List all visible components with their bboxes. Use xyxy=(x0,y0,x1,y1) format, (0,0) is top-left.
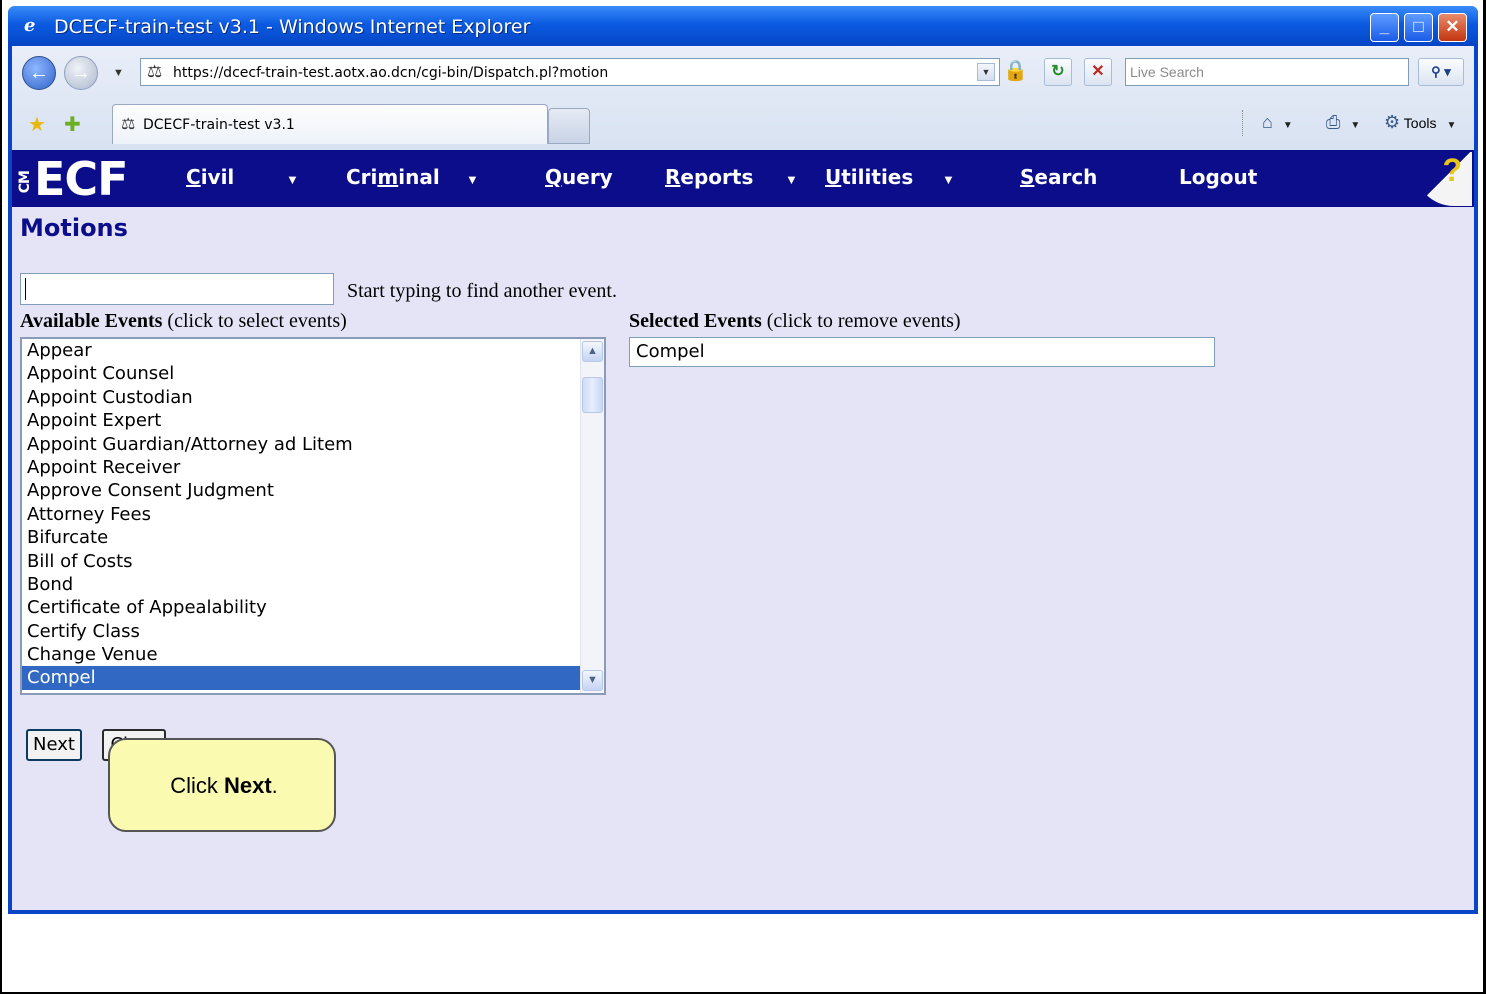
selected-events-label: Selected Events (click to remove events) xyxy=(629,310,961,332)
selected-events-list[interactable]: Compel xyxy=(629,337,1215,367)
ecf-menu-bar: CMECF Civil ▼ Criminal ▼ Query Reports ▼… xyxy=(12,150,1474,207)
print-icon: ⎙ xyxy=(1326,112,1341,132)
menu-reports[interactable]: Reports xyxy=(665,165,753,189)
scales-favicon-icon: ⚖ xyxy=(147,62,163,81)
callout-text: Click Next. xyxy=(170,773,278,798)
minimize-button[interactable]: _ xyxy=(1370,13,1399,42)
next-button[interactable]: Next xyxy=(26,729,82,761)
close-button[interactable]: ✕ xyxy=(1438,13,1467,42)
available-events-label: Available Events (click to select events… xyxy=(20,310,347,332)
menu-utilities[interactable]: Utilities xyxy=(825,165,913,189)
refresh-button[interactable]: ↻ xyxy=(1044,58,1072,86)
tools-menu[interactable]: ⚙ Tools ▼ xyxy=(1384,112,1456,133)
scales-favicon-icon: ⚖ xyxy=(121,116,136,133)
menu-query[interactable]: Query xyxy=(545,165,613,189)
civil-dropdown-icon[interactable]: ▼ xyxy=(286,172,299,187)
ie-logo-icon: e xyxy=(24,15,36,36)
available-event-item[interactable]: Certificate of Appealability xyxy=(22,596,580,619)
add-favorites-icon[interactable]: ✚ xyxy=(64,112,81,137)
available-event-item[interactable]: Change Venue xyxy=(22,643,580,666)
available-event-item[interactable]: Bond xyxy=(22,573,580,596)
list-scrollbar[interactable]: ▲ ▼ xyxy=(580,339,604,693)
menu-criminal[interactable]: Criminal xyxy=(346,165,440,189)
criminal-dropdown-icon[interactable]: ▼ xyxy=(466,172,479,187)
address-url: https://dcecf-train-test.aotx.ao.dcn/cgi… xyxy=(173,65,609,81)
print-button[interactable]: ⎙ ▼ xyxy=(1326,112,1360,133)
back-button[interactable]: ← xyxy=(22,56,56,90)
menu-logout[interactable]: Logout xyxy=(1179,165,1257,189)
browser-window: e DCECF-train-test v3.1 - Windows Intern… xyxy=(8,6,1478,914)
utilities-dropdown-icon[interactable]: ▼ xyxy=(942,172,955,187)
home-icon: ⌂ xyxy=(1262,112,1273,132)
text-cursor xyxy=(25,278,26,300)
tools-label: Tools xyxy=(1403,115,1437,131)
lock-icon[interactable]: 🔒 xyxy=(1003,58,1028,83)
available-event-item[interactable]: Approve Consent Judgment xyxy=(22,479,580,502)
available-event-item[interactable]: Appoint Expert xyxy=(22,409,580,432)
search-hint: Start typing to find another event. xyxy=(347,280,617,302)
instruction-callout: Click Next. xyxy=(108,738,336,832)
page-title: Motions xyxy=(20,214,128,242)
address-dropdown-icon[interactable]: ▼ xyxy=(977,63,995,81)
live-search-input[interactable]: Live Search xyxy=(1125,58,1409,86)
available-event-item[interactable]: Bill of Costs xyxy=(22,550,580,573)
scroll-up-icon[interactable]: ▲ xyxy=(582,341,603,362)
help-button[interactable]: ? xyxy=(1414,150,1474,207)
ecf-logo: CMECF xyxy=(17,152,129,206)
available-event-item[interactable]: Appoint Counsel xyxy=(22,362,580,385)
available-event-item[interactable]: Appear xyxy=(22,339,580,362)
scroll-down-icon[interactable]: ▼ xyxy=(582,670,603,691)
available-event-item[interactable]: Certify Class xyxy=(22,620,580,643)
forward-button[interactable]: → xyxy=(64,56,98,90)
available-event-item[interactable]: Bifurcate xyxy=(22,526,580,549)
help-icon: ? xyxy=(1442,152,1462,188)
search-button[interactable]: ⚲ ▾ xyxy=(1418,58,1464,86)
selected-event-item[interactable]: Compel xyxy=(636,341,705,362)
stop-button[interactable]: ✕ xyxy=(1084,58,1112,86)
available-event-item[interactable]: Appoint Guardian/Attorney ad Litem xyxy=(22,433,580,456)
command-bar-separator xyxy=(1242,110,1243,136)
available-event-item[interactable]: Appoint Custodian xyxy=(22,386,580,409)
ecf-page: CMECF Civil ▼ Criminal ▼ Query Reports ▼… xyxy=(12,150,1474,910)
home-button[interactable]: ⌂ ▼ xyxy=(1262,112,1293,133)
reports-dropdown-icon[interactable]: ▼ xyxy=(785,172,798,187)
history-dropdown-icon[interactable]: ▼ xyxy=(113,67,124,79)
tab-label: DCECF-train-test v3.1 xyxy=(143,117,295,133)
available-events-list[interactable]: Appear Appoint Counsel Appoint Custodian Ap… xyxy=(20,337,606,695)
logo-text: ECF xyxy=(34,152,129,206)
window-title: DCECF-train-test v3.1 - Windows Internet… xyxy=(54,16,531,38)
gear-icon: ⚙ xyxy=(1384,112,1401,132)
new-tab-button[interactable] xyxy=(548,108,590,144)
address-bar[interactable]: ⚖ https://dcecf-train-test.aotx.ao.dcn/c… xyxy=(140,58,1000,86)
favorites-star-icon[interactable]: ★ xyxy=(28,112,46,137)
window-bottom-border xyxy=(12,910,1474,914)
available-event-item[interactable]: Attorney Fees xyxy=(22,503,580,526)
available-events-items: Appear Appoint Counsel Appoint Custodian Ap… xyxy=(22,339,580,690)
available-event-item[interactable]: Appoint Receiver xyxy=(22,456,580,479)
maximize-button[interactable]: □ xyxy=(1404,13,1433,42)
tab-dcecf[interactable]: ⚖ DCECF-train-test v3.1 xyxy=(112,104,548,144)
scroll-thumb[interactable] xyxy=(582,377,603,413)
menu-civil[interactable]: Civil xyxy=(186,165,234,189)
menu-search[interactable]: Search xyxy=(1020,165,1097,189)
title-bar: e DCECF-train-test v3.1 - Windows Intern… xyxy=(8,6,1478,46)
available-event-item[interactable]: Compel xyxy=(22,666,580,690)
browser-toolbars: ← → ▼ ⚖ https://dcecf-train-test.aotx.ao… xyxy=(12,46,1474,150)
event-search-input[interactable] xyxy=(20,273,334,305)
logo-prefix: CM xyxy=(17,171,33,194)
